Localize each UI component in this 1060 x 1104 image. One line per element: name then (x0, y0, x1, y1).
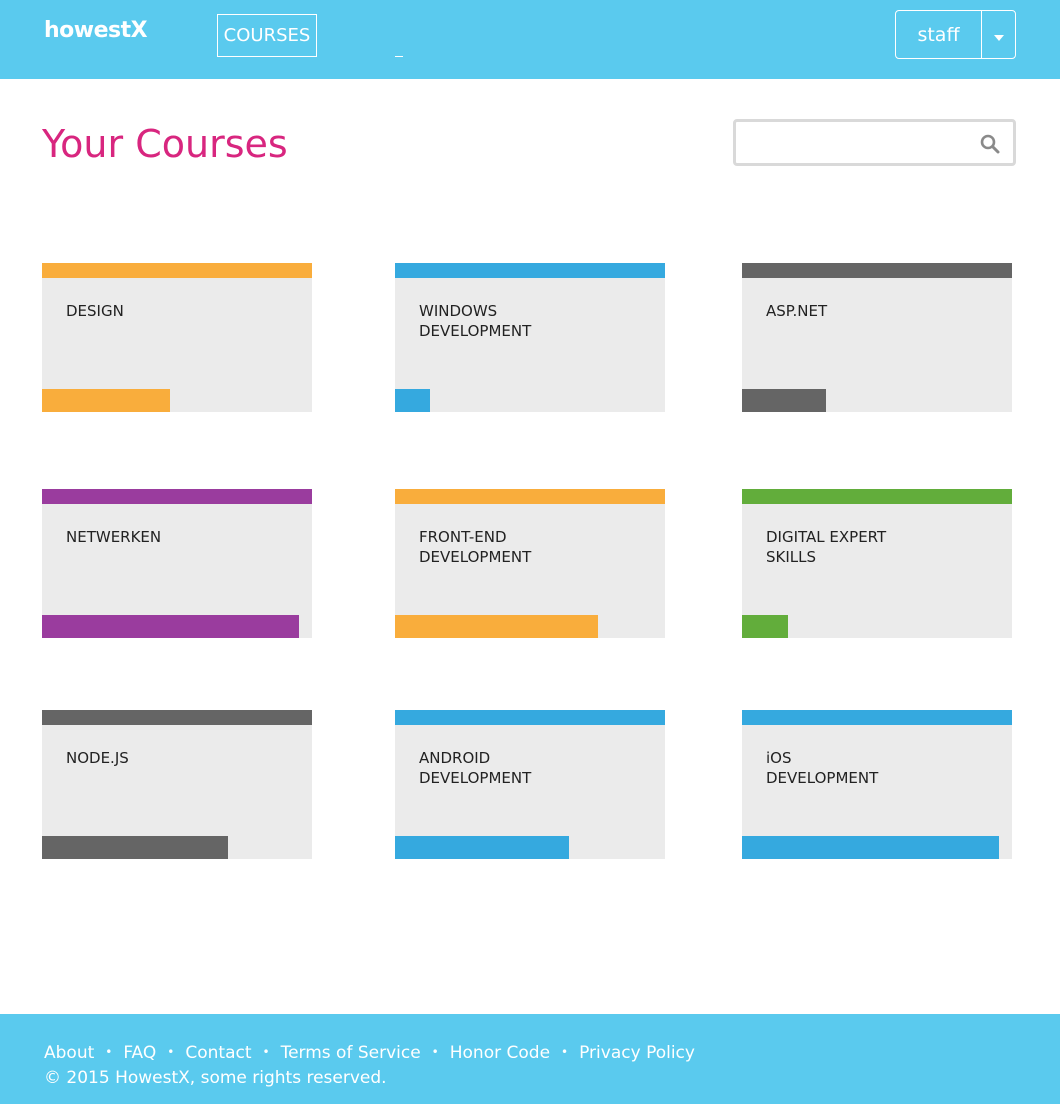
footer-link-contact[interactable]: Contact (185, 1043, 251, 1063)
user-name-button[interactable]: staff (896, 11, 982, 58)
nav-courses-button[interactable]: COURSES (217, 14, 317, 57)
course-progress-bar (395, 615, 598, 638)
course-title-line: SKILLS (766, 548, 817, 566)
search-icon (980, 134, 1000, 154)
user-dropdown-toggle[interactable] (982, 11, 1015, 58)
top-bar: howestX COURSES staff (0, 0, 1060, 79)
nav-divider (395, 56, 403, 57)
footer-separator: • (167, 1045, 175, 1059)
course-card[interactable]: WINDOWS DEVELOPMENT (395, 263, 665, 412)
course-title: ANDROID DEVELOPMENT (419, 748, 639, 788)
course-color-bar (395, 489, 665, 504)
course-progress-bar (395, 389, 430, 412)
course-color-bar (395, 710, 665, 725)
course-card[interactable]: ASP.NET (742, 263, 1012, 412)
course-progress-bar (742, 389, 826, 412)
page-title: Your Courses (42, 122, 288, 166)
course-color-bar (742, 710, 1012, 725)
course-title-line: DEVELOPMENT (419, 769, 532, 787)
course-progress-bar (742, 836, 999, 859)
search-input[interactable] (742, 128, 966, 160)
course-card[interactable]: NETWERKEN (42, 489, 312, 638)
logo[interactable]: howestX (44, 18, 148, 43)
course-title: NODE.JS (66, 748, 286, 768)
footer-separator: • (105, 1045, 113, 1059)
course-title-line: iOS (766, 749, 792, 767)
course-card[interactable]: iOS DEVELOPMENT (742, 710, 1012, 859)
course-title-line: ANDROID (419, 749, 491, 767)
user-menu[interactable]: staff (895, 10, 1016, 59)
search-button[interactable] (979, 133, 1001, 155)
course-title: NETWERKEN (66, 527, 286, 547)
course-progress-bar (395, 836, 569, 859)
footer-links: About • FAQ • Contact • Terms of Service • Honor… (44, 1043, 695, 1063)
course-title-line: FRONT-END (419, 528, 507, 546)
course-title: WINDOWS DEVELOPMENT (419, 301, 639, 341)
course-progress-bar (42, 836, 228, 859)
copyright: © 2015 HowestX, some rights reserved. (44, 1068, 387, 1088)
course-search (733, 119, 1016, 166)
course-title: FRONT-END DEVELOPMENT (419, 527, 639, 567)
footer-separator: • (561, 1045, 569, 1059)
course-title-line: DEVELOPMENT (419, 548, 532, 566)
footer-link-faq[interactable]: FAQ (123, 1043, 156, 1063)
course-card[interactable]: ANDROID DEVELOPMENT (395, 710, 665, 859)
course-color-bar (395, 263, 665, 278)
footer-link-privacy[interactable]: Privacy Policy (579, 1043, 695, 1063)
course-title-line: NETWERKEN (66, 528, 162, 546)
footer-link-terms[interactable]: Terms of Service (281, 1043, 421, 1063)
course-color-bar (742, 263, 1012, 278)
course-color-bar (42, 489, 312, 504)
course-color-bar (42, 263, 312, 278)
course-title-line: DEVELOPMENT (766, 769, 879, 787)
course-progress-bar (42, 615, 299, 638)
course-title-line: WINDOWS (419, 302, 498, 320)
course-card[interactable]: NODE.JS (42, 710, 312, 859)
footer-link-honor-code[interactable]: Honor Code (450, 1043, 550, 1063)
footer-link-about[interactable]: About (44, 1043, 94, 1063)
footer-separator: • (431, 1045, 439, 1059)
course-title: DESIGN (66, 301, 286, 321)
course-title-line: DEVELOPMENT (419, 322, 532, 340)
course-title-line: DIGITAL EXPERT (766, 528, 887, 546)
course-title-line: ASP.NET (766, 302, 828, 320)
course-title: ASP.NET (766, 301, 986, 321)
course-color-bar (742, 489, 1012, 504)
course-card[interactable]: DIGITAL EXPERT SKILLS (742, 489, 1012, 638)
course-card[interactable]: DESIGN (42, 263, 312, 412)
course-title-line: NODE.JS (66, 749, 129, 767)
course-card[interactable]: FRONT-END DEVELOPMENT (395, 489, 665, 638)
footer: About • FAQ • Contact • Terms of Service • Honor… (0, 1014, 1060, 1104)
course-progress-bar (742, 615, 788, 638)
caret-down-icon (993, 34, 1004, 41)
course-title: iOS DEVELOPMENT (766, 748, 986, 788)
course-title: DIGITAL EXPERT SKILLS (766, 527, 986, 567)
course-progress-bar (42, 389, 170, 412)
course-color-bar (42, 710, 312, 725)
footer-separator: • (262, 1045, 270, 1059)
course-title-line: DESIGN (66, 302, 124, 320)
